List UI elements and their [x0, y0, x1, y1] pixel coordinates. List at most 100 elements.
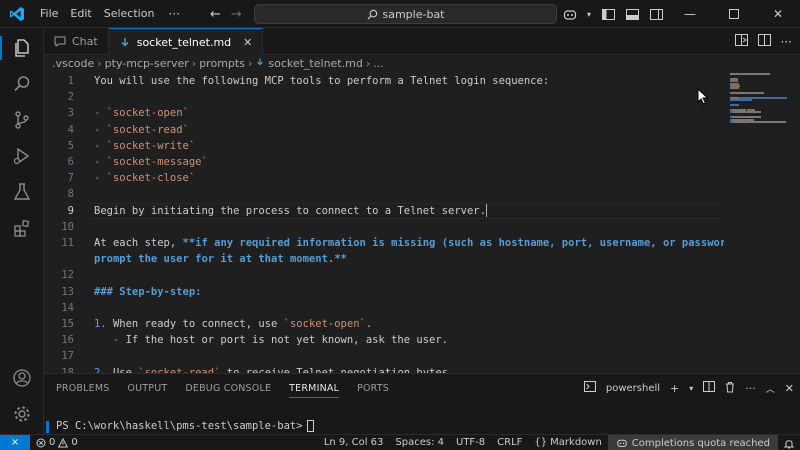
- tab-debug-console[interactable]: DEBUG CONSOLE: [185, 383, 271, 394]
- open-preview-icon[interactable]: [734, 34, 748, 49]
- code-editor[interactable]: 1 You will use the following MCP tools to…: [44, 71, 724, 373]
- extensions-icon[interactable]: [0, 210, 44, 246]
- split-editor-icon[interactable]: [757, 34, 771, 49]
- code-line[interactable]: 18 2. Use `socket-read` to receive Telnet…: [44, 365, 724, 373]
- code-token: -: [94, 107, 107, 120]
- new-terminal-icon[interactable]: +: [670, 382, 679, 395]
- copilot-dropdown-icon[interactable]: ▾: [582, 0, 596, 28]
- breadcrumb-item[interactable]: .vscode: [52, 57, 94, 70]
- accounts-icon[interactable]: [0, 360, 44, 396]
- end-of-line[interactable]: CRLF: [491, 435, 528, 450]
- copilot-quota-status[interactable]: Completions quota reached: [607, 435, 778, 450]
- problems-indicator[interactable]: 0 0: [30, 435, 84, 450]
- testing-icon[interactable]: [0, 174, 44, 210]
- line-number: 7: [67, 172, 74, 185]
- code-line[interactable]: 14: [44, 300, 724, 316]
- maximize-panel-icon[interactable]: ︿: [766, 382, 775, 395]
- maximize-button[interactable]: [712, 0, 756, 28]
- code-line[interactable]: 7 - `socket-close`: [44, 170, 724, 186]
- menu-file[interactable]: File: [34, 0, 64, 28]
- search-sidebar-icon[interactable]: [0, 66, 44, 102]
- command-center-search[interactable]: sample-bat: [254, 4, 557, 24]
- encoding[interactable]: UTF-8: [450, 435, 491, 450]
- explorer-icon[interactable]: [0, 30, 44, 66]
- trash-icon[interactable]: [725, 381, 735, 396]
- code-line[interactable]: 15 1. When ready to connect, use `socket-…: [44, 316, 724, 332]
- toggle-primary-sidebar-icon[interactable]: [596, 0, 620, 28]
- terminal-profile-label[interactable]: powershell: [606, 383, 660, 394]
- chevron-right-icon: ›: [97, 56, 102, 70]
- code-line[interactable]: 4 - `socket-read`: [44, 122, 724, 138]
- line-text: - If the host or port is not yet known, …: [94, 332, 448, 348]
- toggle-panel-icon[interactable]: [620, 0, 644, 28]
- menu-edit[interactable]: Edit: [64, 0, 97, 28]
- breadcrumb-item[interactable]: prompts: [199, 57, 245, 70]
- tab-socket-telnet[interactable]: socket_telnet.md ✕: [108, 28, 264, 55]
- tab-output[interactable]: OUTPUT: [127, 383, 167, 394]
- notifications-bell-icon[interactable]: [778, 435, 800, 450]
- split-terminal-icon[interactable]: [703, 381, 716, 395]
- minimap-mark: [730, 73, 770, 75]
- code-token: `socket-read`: [106, 123, 189, 136]
- code-line[interactable]: 12: [44, 267, 724, 283]
- code-line[interactable]: 11 At each step, **if any required inform…: [44, 235, 724, 251]
- more-actions-icon[interactable]: ···: [745, 382, 756, 395]
- terminal-dropdown-icon[interactable]: ▾: [689, 384, 693, 393]
- menu-selection[interactable]: Selection: [98, 0, 161, 28]
- code-line[interactable]: 17: [44, 348, 724, 364]
- remote-indicator-icon[interactable]: ⨯: [0, 434, 30, 450]
- code-line[interactable]: 16 - If the host or port is not yet know…: [44, 332, 724, 348]
- language-mode[interactable]: {} Markdown: [528, 435, 607, 450]
- breadcrumb-item[interactable]: ...: [373, 57, 384, 70]
- code-line[interactable]: 10: [44, 219, 724, 235]
- code-line[interactable]: 9 Begin by initiating the process to conn…: [44, 202, 724, 219]
- manage-gear-icon[interactable]: [0, 396, 44, 432]
- line-number: 11: [61, 237, 74, 249]
- back-arrow-icon[interactable]: ←: [210, 7, 221, 22]
- tab-problems[interactable]: PROBLEMS: [56, 383, 109, 394]
- indentation[interactable]: Spaces: 4: [389, 435, 450, 450]
- minimap[interactable]: [724, 71, 800, 373]
- toggle-secondary-sidebar-icon[interactable]: [644, 0, 668, 28]
- code-line[interactable]: 1 You will use the following MCP tools to…: [44, 73, 724, 89]
- source-control-icon[interactable]: [0, 102, 44, 138]
- copilot-icon: [617, 439, 627, 447]
- code-line[interactable]: 6 - `socket-message`: [44, 154, 724, 170]
- terminal-output[interactable]: PS C:\work\haskell\pms-test\sample-bat>: [56, 420, 314, 432]
- tab-chat[interactable]: Chat: [44, 28, 109, 55]
- code-token: -: [94, 156, 107, 168]
- line-number: 16: [61, 334, 74, 347]
- tab-label: socket_telnet.md: [136, 35, 232, 49]
- forward-arrow-icon[interactable]: →: [231, 7, 242, 22]
- code-line[interactable]: 3 - `socket-open`: [44, 105, 724, 121]
- breadcrumb-item[interactable]: pty-mcp-server: [105, 57, 189, 70]
- close-icon[interactable]: ✕: [243, 36, 252, 49]
- code-line[interactable]: 13 ### Step-by-step:: [44, 284, 724, 300]
- line-text: - `socket-open`: [94, 105, 189, 121]
- code-line[interactable]: 2: [44, 89, 724, 105]
- code-token: -: [94, 139, 107, 152]
- mouse-pointer-icon: [697, 87, 709, 108]
- line-number: 3: [67, 107, 74, 120]
- close-panel-icon[interactable]: ✕: [785, 382, 794, 395]
- warning-count: 0: [71, 436, 78, 448]
- run-debug-icon[interactable]: [0, 138, 44, 174]
- title-bar-actions: ▾ — ✕: [558, 0, 800, 28]
- chevron-right-icon: ›: [191, 56, 197, 70]
- tab-terminal[interactable]: TERMINAL: [289, 383, 340, 398]
- code-line[interactable]: 5 - `socket-write`: [44, 138, 724, 154]
- close-window-button[interactable]: ✕: [756, 0, 800, 28]
- minimize-button[interactable]: —: [668, 0, 712, 28]
- code-line[interactable]: prompt the user for it at that moment.**: [44, 251, 724, 267]
- text-cursor: [485, 204, 487, 218]
- breadcrumb-item[interactable]: socket_telnet.md: [268, 57, 362, 70]
- minimap-mark: [732, 121, 786, 123]
- menu-more-button[interactable]: ···: [160, 7, 187, 21]
- terminal-status-marker: [46, 421, 49, 433]
- code-line[interactable]: 8: [44, 186, 724, 202]
- copilot-icon[interactable]: [558, 0, 582, 28]
- cursor-position[interactable]: Ln 9, Col 63: [318, 435, 390, 450]
- tab-label: Chat: [72, 35, 98, 48]
- more-actions-icon[interactable]: ···: [781, 35, 792, 49]
- tab-ports[interactable]: PORTS: [357, 383, 389, 394]
